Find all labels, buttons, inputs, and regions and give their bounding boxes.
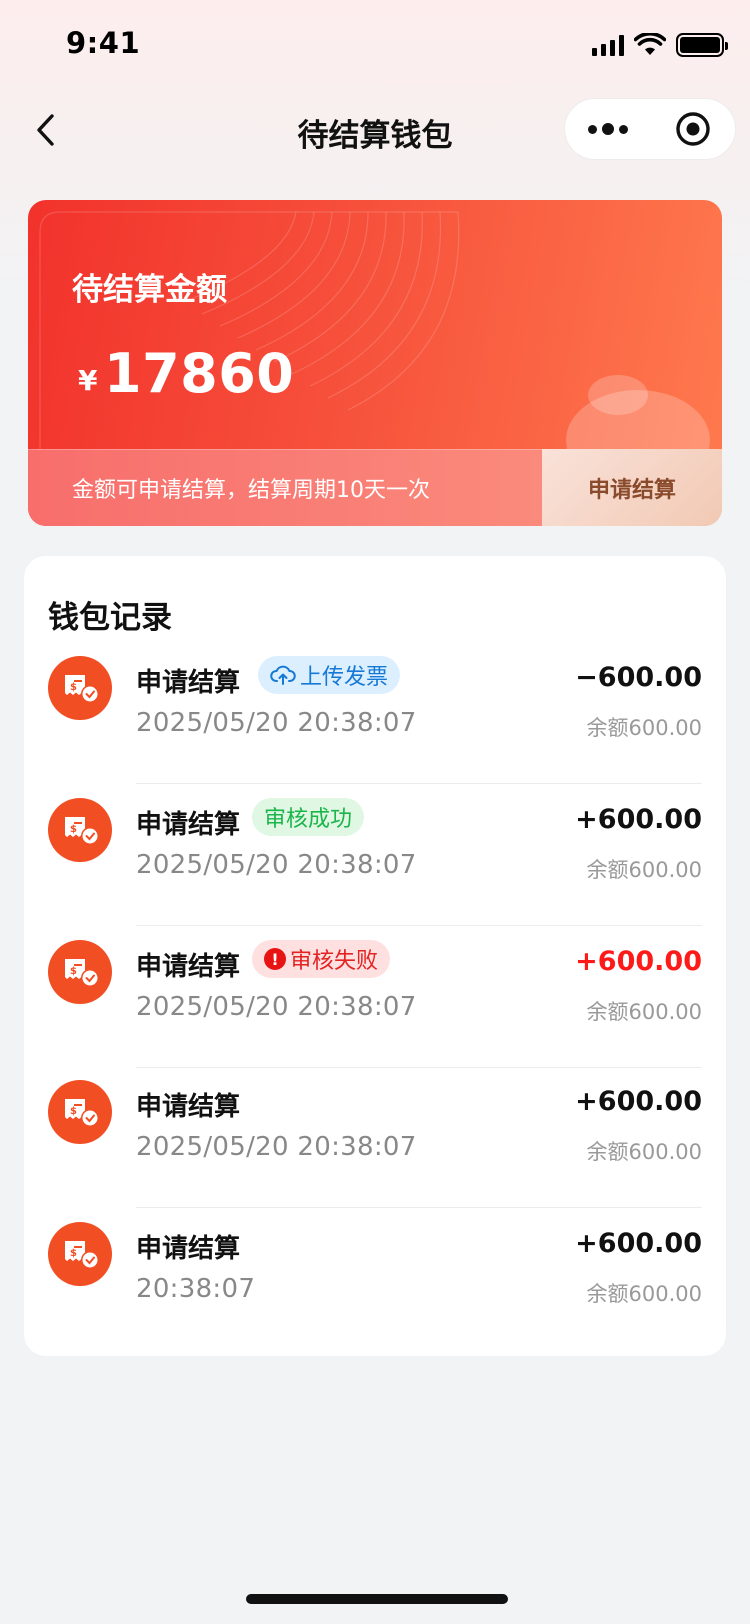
- svg-text:$: $: [70, 1248, 77, 1259]
- record-amount: +600.00: [575, 1228, 702, 1259]
- close-button[interactable]: [650, 98, 735, 160]
- upload-invoice-tag[interactable]: 上传发票: [258, 656, 401, 694]
- svg-text:$: $: [70, 966, 77, 977]
- balance-amount: 17860: [104, 342, 295, 405]
- record-title: 申请结算: [136, 952, 241, 982]
- record-balance: 余额600.00: [586, 1140, 702, 1164]
- svg-text:$: $: [70, 824, 77, 835]
- tag-label: 上传发票: [300, 665, 389, 690]
- tag-label: 审核失败: [290, 949, 379, 974]
- record-time: 2025/05/20 20:38:07: [136, 708, 417, 738]
- balance-card: 待结算金额 ¥ 17860 金额可申请结算，结算周期10天一次 申请结算: [28, 200, 722, 526]
- record-title: 申请结算: [136, 810, 241, 840]
- receipt-check-icon: $: [48, 940, 112, 1004]
- wifi-icon: [634, 33, 666, 55]
- record-balance: 余额600.00: [586, 1000, 702, 1024]
- record-title: 申请结算: [136, 668, 241, 698]
- record-balance: 余额600.00: [586, 716, 702, 740]
- record-amount: +600.00: [575, 1086, 702, 1117]
- currency-symbol: ¥: [78, 364, 98, 397]
- settlement-note: 金额可申请结算，结算周期10天一次: [28, 449, 542, 526]
- receipt-check-icon: $: [48, 798, 112, 862]
- cloud-upload-icon: [270, 665, 296, 685]
- tag-label: 审核成功: [264, 807, 353, 832]
- more-button[interactable]: [565, 98, 650, 160]
- list-item[interactable]: $ 申请结算 20:38:07 +600.00 余额600.00: [24, 1208, 726, 1350]
- record-amount: +600.00: [575, 946, 702, 977]
- record-time: 2025/05/20 20:38:07: [136, 1132, 417, 1162]
- balance-label: 待结算金额: [72, 272, 227, 308]
- apply-settlement-button[interactable]: 申请结算: [542, 449, 722, 526]
- status-time: 9:41: [66, 26, 141, 60]
- home-indicator: [246, 1594, 508, 1604]
- record-amount: +600.00: [575, 804, 702, 835]
- svg-text:$: $: [70, 1106, 77, 1117]
- battery-icon: [676, 33, 728, 57]
- list-item[interactable]: $ 申请结算 上传发票 2025/05/20 20:38:07 −600.00 …: [24, 642, 726, 784]
- signal-icon: [592, 34, 624, 56]
- status-bar: 9:41: [0, 0, 750, 90]
- more-dots-icon: [587, 123, 628, 135]
- receipt-check-icon: $: [48, 1080, 112, 1144]
- records-title: 钱包记录: [48, 600, 172, 636]
- target-close-icon: [675, 112, 710, 146]
- list-item[interactable]: $ 申请结算 审核成功 2025/05/20 20:38:07 +600.00 …: [24, 784, 726, 926]
- status-icons: [592, 30, 728, 60]
- record-time: 2025/05/20 20:38:07: [136, 850, 417, 880]
- record-time: 20:38:07: [136, 1274, 256, 1304]
- record-balance: 余额600.00: [586, 858, 702, 882]
- card-footer: 金额可申请结算，结算周期10天一次 申请结算: [28, 449, 722, 526]
- mini-program-capsule: [564, 98, 736, 160]
- exclamation-icon: !: [264, 948, 286, 970]
- status-badge-success: 审核成功: [252, 798, 365, 836]
- wallet-records: 钱包记录 $ 申请结算 上传发票 2025/05/20 20:38:07 −60…: [24, 556, 726, 1356]
- record-time: 2025/05/20 20:38:07: [136, 992, 417, 1022]
- receipt-check-icon: $: [48, 656, 112, 720]
- record-title: 申请结算: [136, 1234, 241, 1264]
- record-title: 申请结算: [136, 1092, 241, 1122]
- receipt-check-icon: $: [48, 1222, 112, 1286]
- status-badge-fail[interactable]: ! 审核失败: [252, 940, 391, 978]
- record-amount: −600.00: [575, 662, 702, 693]
- svg-text:$: $: [70, 682, 77, 693]
- list-item[interactable]: $ 申请结算 2025/05/20 20:38:07 +600.00 余额600…: [24, 1066, 726, 1208]
- nav-bar: 待结算钱包: [0, 96, 750, 166]
- record-balance: 余额600.00: [586, 1282, 702, 1306]
- list-item[interactable]: $ 申请结算 ! 审核失败 2025/05/20 20:38:07 +600.0…: [24, 926, 726, 1068]
